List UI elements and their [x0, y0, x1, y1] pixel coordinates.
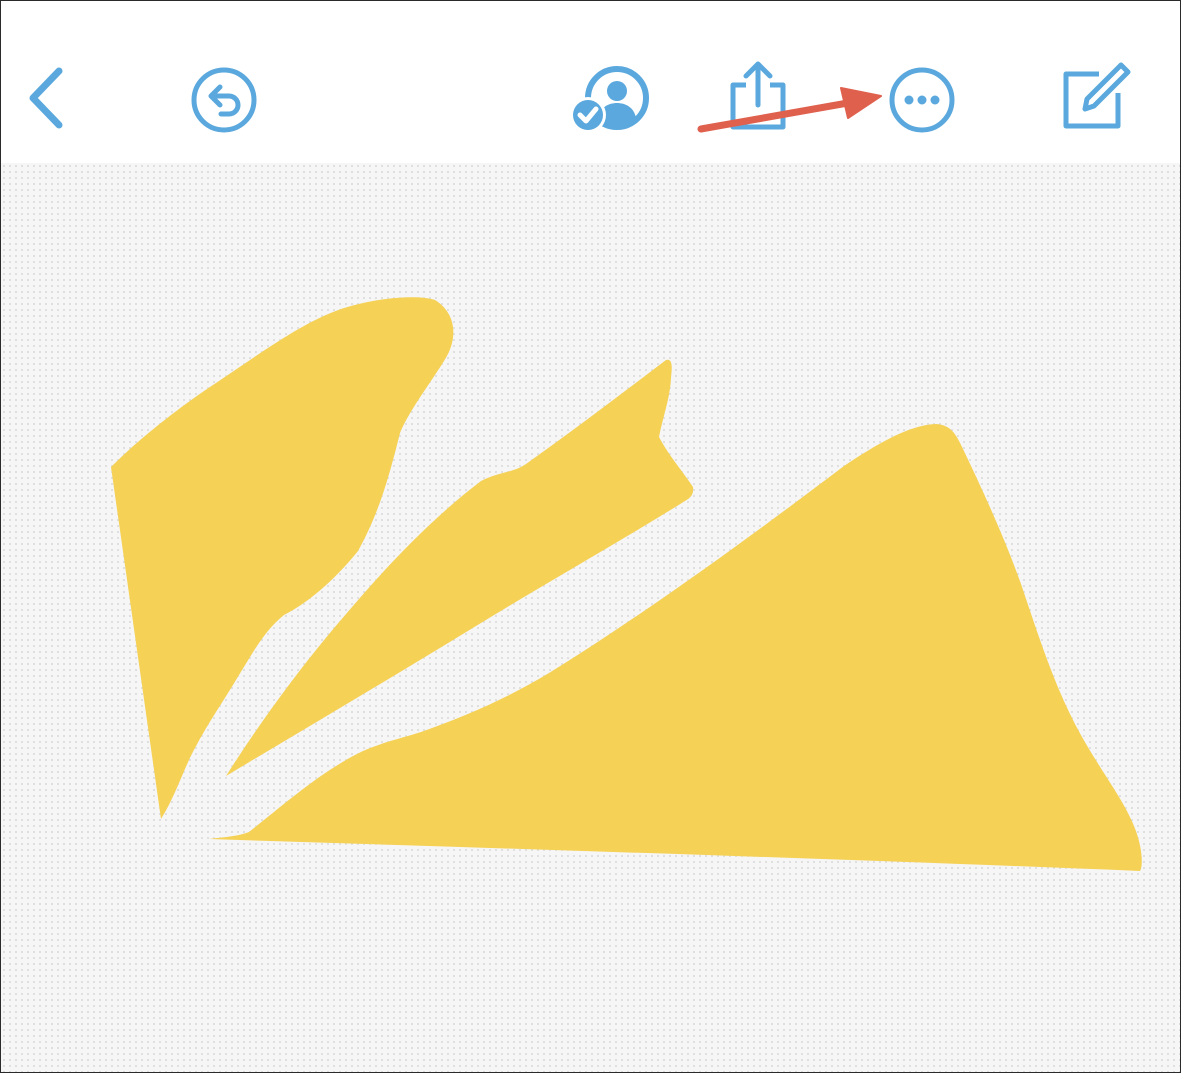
- top-toolbar: [1, 1, 1180, 163]
- chevron-left-icon: [29, 67, 63, 129]
- new-board-button[interactable]: [1059, 61, 1133, 133]
- drawing-canvas[interactable]: [1, 163, 1180, 1072]
- compose-icon: [1063, 62, 1131, 129]
- person-checkmark-icon: [570, 66, 649, 133]
- undo-circle-icon: [191, 67, 257, 133]
- collaborate-button[interactable]: [567, 63, 657, 135]
- ellipsis-circle-icon: [889, 67, 955, 133]
- drawing-shapes: [111, 297, 1142, 871]
- freeform-window: [0, 0, 1181, 1073]
- undo-button[interactable]: [189, 65, 259, 135]
- back-button[interactable]: [23, 63, 69, 133]
- share-button[interactable]: [725, 59, 791, 133]
- share-icon: [730, 61, 786, 130]
- more-options-button[interactable]: [887, 65, 957, 135]
